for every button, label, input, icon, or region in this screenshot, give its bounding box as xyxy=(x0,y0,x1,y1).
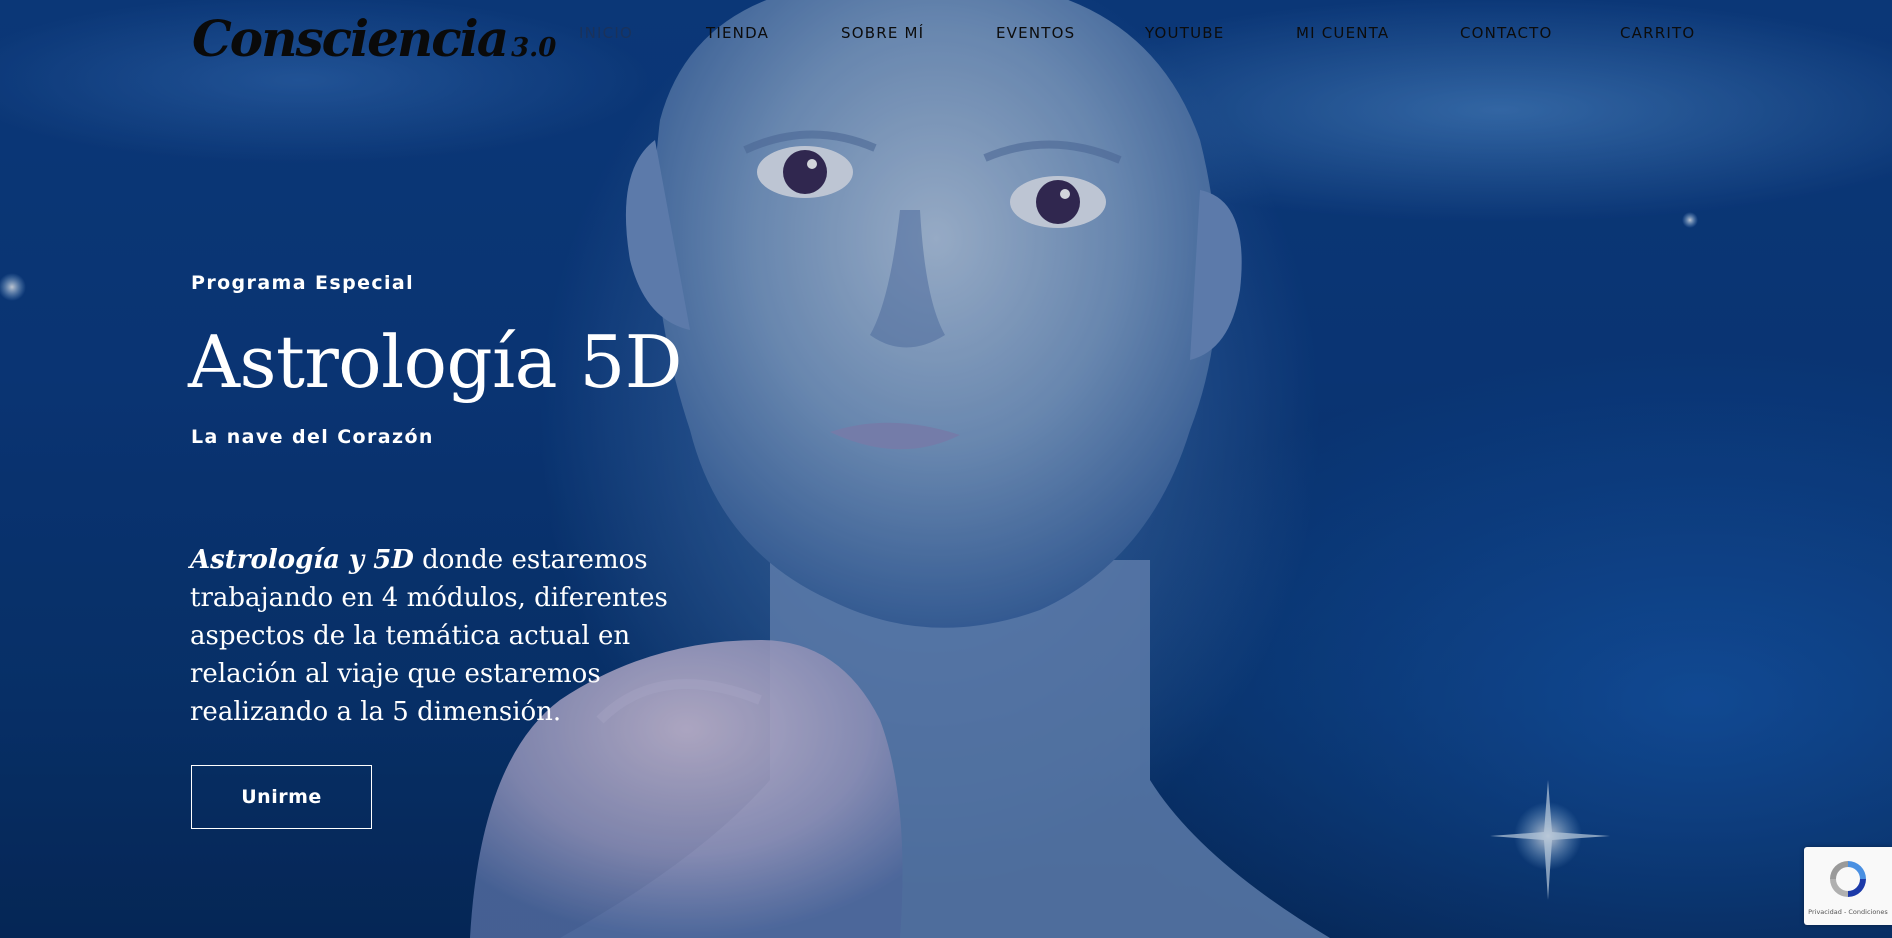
nav-item-inicio[interactable]: INICIO xyxy=(579,24,633,42)
description-emphasis: Astrología y 5D xyxy=(190,545,414,575)
logo-text: Consciencia xyxy=(192,9,509,68)
logo-version: 3.0 xyxy=(511,33,557,63)
nav-item-contacto[interactable]: CONTACTO xyxy=(1460,24,1553,42)
hero-description: Astrología y 5D donde estaremos trabajan… xyxy=(190,541,710,731)
join-button[interactable]: Unirme xyxy=(191,765,372,829)
hero-title: Astrología 5D xyxy=(188,320,682,404)
recaptcha-icon xyxy=(1830,861,1866,897)
site-logo[interactable]: Consciencia 3.0 xyxy=(192,6,556,72)
hero-eyebrow: Programa Especial xyxy=(191,272,415,294)
nav-item-mi-cuenta[interactable]: MI CUENTA xyxy=(1296,24,1389,42)
nav-item-tienda[interactable]: TIENDA xyxy=(706,24,769,42)
nav-item-sobre-mi[interactable]: SOBRE MÍ xyxy=(841,24,924,42)
recaptcha-legal[interactable]: Privacidad - Condiciones xyxy=(1804,908,1892,916)
nav-item-eventos[interactable]: EVENTOS xyxy=(996,24,1075,42)
hero-subtitle: La nave del Corazón xyxy=(191,426,434,448)
nav-item-carrito[interactable]: CARRITO xyxy=(1620,24,1695,42)
nav-item-youtube[interactable]: YOUTUBE xyxy=(1145,24,1224,42)
recaptcha-badge[interactable]: Privacidad - Condiciones xyxy=(1804,847,1892,925)
